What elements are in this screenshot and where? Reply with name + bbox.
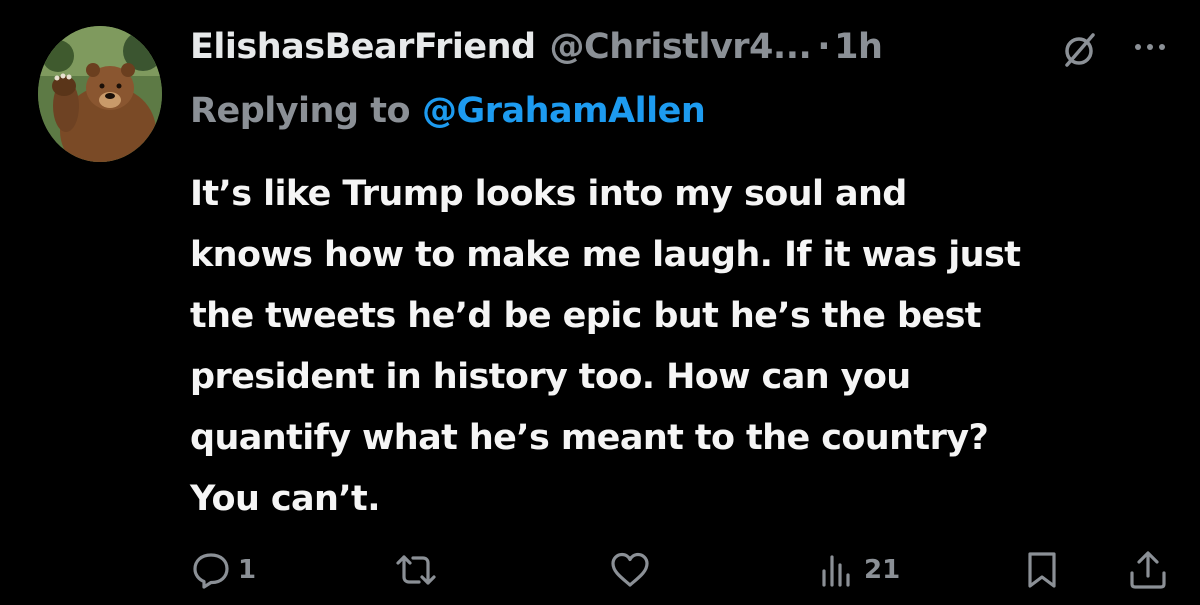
reply-count: 1 [238,555,257,585]
share-icon [1130,551,1166,589]
views-count: 21 [864,555,901,585]
avatar[interactable] [38,26,162,162]
views-button[interactable]: 21 [818,548,900,592]
bookmark-icon [1028,552,1056,588]
bookmark-button[interactable] [1022,548,1062,592]
tweet-text-line: president in history too. How can you [190,357,911,397]
bear-avatar-image [38,26,162,162]
grok-icon[interactable] [1058,28,1102,72]
tweet-text-line: You can’t. [190,479,380,519]
replying-to: Replying to @GrahamAllen [190,86,706,136]
share-button[interactable] [1126,548,1170,592]
retweet-icon [396,555,436,585]
like-button[interactable] [608,548,658,592]
user-handle[interactable]: @Christlvr4... [550,27,812,67]
tweet-text-line: quantify what he’s meant to the country? [190,418,989,458]
tweet-text-line: It’s like Trump looks into my soul and [190,174,907,214]
more-options-icon[interactable] [1128,28,1172,72]
reply-button[interactable]: 1 [190,548,256,592]
views-icon [822,555,850,587]
tweet-text-line: knows how to make me laugh. If it was ju… [190,235,1021,275]
heart-icon [611,552,649,587]
tweet-text: It’s like Trump looks into my soul and k… [190,164,1180,530]
replying-to-label: Replying to [190,91,410,131]
tweet-text-line: the tweets he’d be epic but he’s the bes… [190,296,982,336]
separator-dot: · [817,27,831,67]
replying-to-mention[interactable]: @GrahamAllen [422,91,706,131]
reply-icon [193,553,229,589]
timestamp[interactable]: 1h [834,27,883,67]
display-name[interactable]: ElishasBearFriend [190,27,536,67]
retweet-button[interactable] [392,548,446,592]
tweet-header: ElishasBearFriend @Christlvr4... · 1h [190,22,883,72]
